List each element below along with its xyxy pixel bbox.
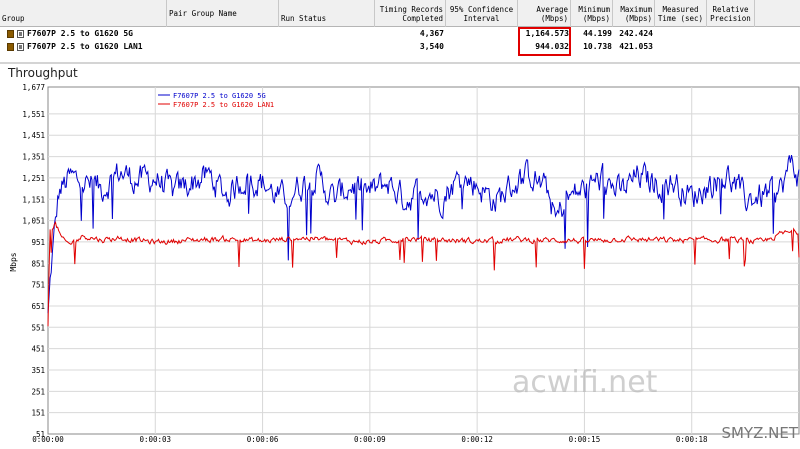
y-tick-label: 651 [31, 302, 45, 311]
plot-area [47, 86, 800, 435]
y-tick-label: 1,051 [22, 217, 45, 226]
legend: F7607P 2.5 to G1620 5GF7607P 2.5 to G162… [158, 92, 274, 109]
y-tick-label: 351 [31, 366, 45, 375]
y-tick-label: 1,251 [22, 174, 45, 183]
x-tick-label: 0:00:12 [461, 435, 493, 444]
y-tick-label: 951 [31, 238, 45, 247]
y-axis: 1,677 1,551 1,451 1,351 1,251 1,151 1,051 951 85… [22, 83, 45, 439]
y-tick-label: 1,151 [22, 195, 45, 204]
iperf-window: Group Pair Group Name Run Status Timing … [0, 0, 800, 449]
y-tick-label: 451 [31, 345, 45, 354]
x-tick-label: 0:00:06 [247, 435, 279, 444]
x-tick-label: 0:00:00 [32, 435, 64, 444]
x-tick-label: 0:00:09 [354, 435, 386, 444]
y-tick-label: 1,451 [22, 131, 45, 140]
legend-label: F7607P 2.5 to G1620 LAN1 [173, 101, 274, 109]
y-tick-label: 251 [31, 387, 45, 396]
x-tick-label: 0:00:15 [569, 435, 601, 444]
y-tick-label: 751 [31, 281, 45, 290]
x-tick-label: 0:00:03 [139, 435, 171, 444]
y-tick-label: 1,677 [22, 83, 45, 92]
throughput-chart: 1,677 1,551 1,451 1,351 1,251 1,151 1,051 951 85… [9, 83, 800, 444]
y-tick-label: 851 [31, 259, 45, 268]
y-axis-label: Mbps [9, 252, 18, 271]
legend-label: F7607P 2.5 to G1620 5G [173, 92, 266, 100]
corner-watermark: SMYZ.NET [721, 424, 798, 442]
center-watermark: acwifi.net [512, 365, 658, 400]
x-tick-label: 0:00:18 [676, 435, 708, 444]
y-tick-label: 551 [31, 323, 45, 332]
y-tick-label: 1,551 [22, 110, 45, 119]
x-axis: 0:00:00 0:00:03 0:00:06 0:00:09 0:00:12 0:00:… [32, 435, 708, 444]
y-tick-label: 151 [31, 409, 45, 418]
y-tick-label: 1,351 [22, 153, 45, 162]
